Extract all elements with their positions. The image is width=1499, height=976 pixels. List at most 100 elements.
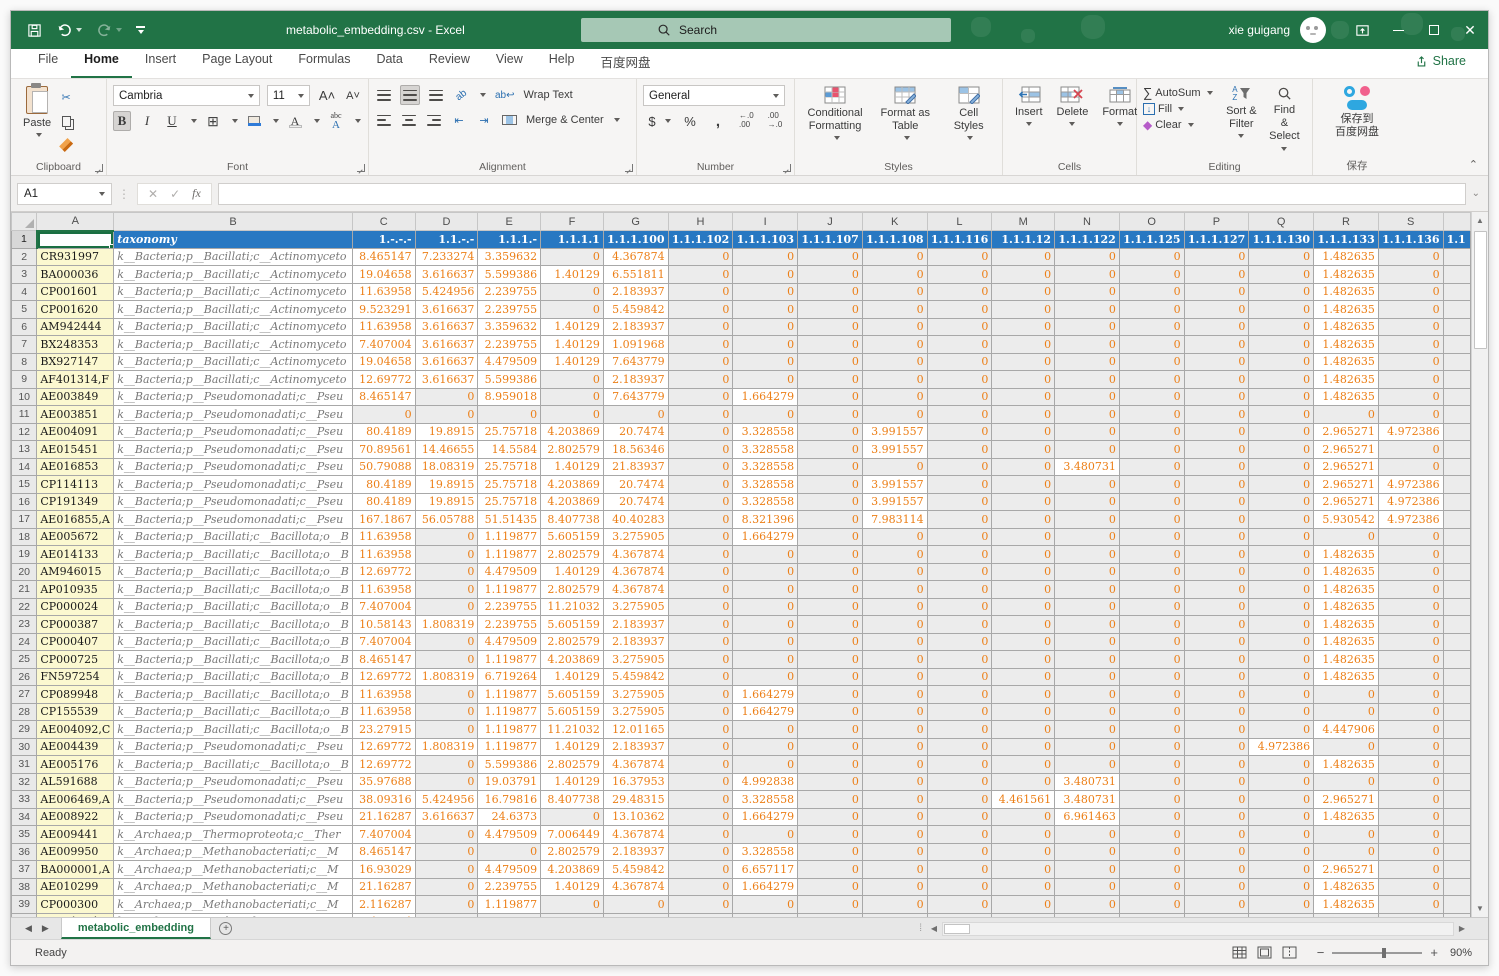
underline-button[interactable]: U <box>163 111 181 131</box>
cell-value[interactable]: 0 <box>1119 441 1184 459</box>
header-cell-1.1.1.133[interactable]: 1.1.1.133 <box>1314 231 1379 249</box>
cell-value[interactable]: 8.465147 <box>352 248 415 266</box>
cell-value[interactable]: 0 <box>1378 371 1443 389</box>
cell-value[interactable]: 0 <box>668 633 733 651</box>
cell-value[interactable]: 0 <box>1184 703 1249 721</box>
cell-value[interactable]: 16.79816 <box>478 791 541 809</box>
wrap-text-icon[interactable]: ab↩ <box>493 85 517 105</box>
cell-value[interactable]: 0 <box>992 896 1055 914</box>
column-header-M[interactable]: M <box>992 213 1055 231</box>
cell-taxonomy[interactable]: k__Archaea;p__Thermoproteota;c__Ther <box>114 826 353 844</box>
cell-value[interactable]: 0 <box>1249 371 1314 389</box>
cell-taxonomy[interactable]: k__Bacteria;p__Bacillati;c__Bacillota;o_… <box>114 686 353 704</box>
cell-value[interactable]: 0 <box>1378 336 1443 354</box>
row-header-5[interactable]: 5 <box>12 301 37 319</box>
cell-value[interactable]: 0 <box>862 248 927 266</box>
cell-value[interactable]: 0 <box>927 301 992 319</box>
row-header-19[interactable]: 19 <box>12 546 37 564</box>
cell-taxonomy[interactable]: k__Bacteria;p__Bacillati;c__Bacillota;o_… <box>114 721 353 739</box>
cell-value[interactable]: 0 <box>1055 896 1120 914</box>
cell-value[interactable]: 0 <box>992 301 1055 319</box>
cell-value[interactable]: 4.203869 <box>541 493 604 511</box>
align-left-icon[interactable] <box>375 110 393 130</box>
cell-value[interactable]: 0 <box>733 651 798 669</box>
cell-value[interactable]: 40.40283 <box>603 511 668 529</box>
cell-accession[interactable]: AP010935 <box>37 581 114 599</box>
cell-value[interactable]: 0 <box>798 441 863 459</box>
cell-value[interactable]: 2.802579 <box>541 756 604 774</box>
cell-value[interactable]: 0 <box>1184 686 1249 704</box>
cell-value[interactable]: 0 <box>862 633 927 651</box>
selected-cell-A1[interactable] <box>37 231 114 249</box>
cell-value[interactable]: 0 <box>733 668 798 686</box>
cell-value[interactable]: 0 <box>668 301 733 319</box>
cell-value[interactable]: 0 <box>668 406 733 424</box>
cell-value[interactable]: 0 <box>668 616 733 634</box>
column-header-L[interactable]: L <box>927 213 992 231</box>
cell-value[interactable]: 0 <box>927 668 992 686</box>
cell-value[interactable]: 0 <box>1184 336 1249 354</box>
cell-value[interactable]: 0 <box>798 266 863 284</box>
cell-value[interactable]: 0 <box>603 896 668 914</box>
cell-value[interactable]: 0 <box>1055 546 1120 564</box>
cell-value[interactable]: 8.465147 <box>352 843 415 861</box>
cell-value[interactable]: 5.605159 <box>541 616 604 634</box>
cell-value[interactable]: 0 <box>1249 318 1314 336</box>
row-header-4[interactable]: 4 <box>12 283 37 301</box>
cell-value[interactable]: 7.643779 <box>603 353 668 371</box>
cell-value[interactable]: 0 <box>1184 388 1249 406</box>
name-box[interactable]: A1 <box>17 183 112 205</box>
cell-value[interactable]: 0 <box>1378 441 1443 459</box>
row-header-22[interactable]: 22 <box>12 598 37 616</box>
cell-value[interactable]: 0 <box>992 651 1055 669</box>
cell-accession[interactable]: BX248353 <box>37 336 114 354</box>
tab-insert[interactable]: Insert <box>132 46 189 78</box>
cell-value[interactable]: 0 <box>733 266 798 284</box>
middle-align-icon[interactable] <box>400 85 420 105</box>
cell-value[interactable]: 1.664279 <box>733 388 798 406</box>
cell-value[interactable]: 25.75718 <box>478 476 541 494</box>
cell-value[interactable]: 0 <box>733 248 798 266</box>
row-header-28[interactable]: 28 <box>12 703 37 721</box>
cell-value[interactable]: 0 <box>992 581 1055 599</box>
cell-value[interactable]: 0 <box>1314 826 1379 844</box>
cell-value[interactable]: 0 <box>862 668 927 686</box>
cell-value[interactable]: 0 <box>1119 318 1184 336</box>
delete-cells-button[interactable]: Delete <box>1051 83 1095 159</box>
tab-help[interactable]: Help <box>536 46 588 78</box>
cell-value[interactable]: 0 <box>1378 301 1443 319</box>
cell-value[interactable]: 11.63958 <box>352 318 415 336</box>
cell-value[interactable]: 0 <box>1249 511 1314 529</box>
row-header-36[interactable]: 36 <box>12 843 37 861</box>
cell-value[interactable]: 0 <box>927 581 992 599</box>
cell-partial[interactable] <box>1443 878 1470 896</box>
font-color-icon[interactable]: A <box>286 111 304 131</box>
cell-value[interactable]: 0 <box>1249 406 1314 424</box>
cell-value[interactable]: 1.119877 <box>478 738 541 756</box>
cell-value[interactable]: 0 <box>992 773 1055 791</box>
font-dialog-launcher[interactable] <box>357 164 365 172</box>
cell-value[interactable]: 0 <box>1184 563 1249 581</box>
cell-value[interactable]: 2.183937 <box>603 371 668 389</box>
cell-value[interactable]: 0 <box>733 546 798 564</box>
cell-value[interactable]: 1.40129 <box>541 318 604 336</box>
column-header-P[interactable]: P <box>1184 213 1249 231</box>
cell-value[interactable]: 0 <box>862 371 927 389</box>
cell-value[interactable]: 6.551811 <box>603 266 668 284</box>
cell-value[interactable]: 0 <box>862 861 927 879</box>
cell-accession[interactable]: BX927147 <box>37 353 114 371</box>
cell-value[interactable]: 0 <box>798 861 863 879</box>
header-cell-1.1.-.-[interactable]: 1.1.-.- <box>415 231 478 249</box>
cell-value[interactable]: 0 <box>798 738 863 756</box>
cell-value[interactable]: 0 <box>1249 668 1314 686</box>
cell-partial[interactable] <box>1443 458 1470 476</box>
cell-value[interactable]: 0 <box>1055 826 1120 844</box>
cell-value[interactable]: 0 <box>862 826 927 844</box>
cell-value[interactable]: 1.482635 <box>1314 896 1379 914</box>
cell-value[interactable]: 4.972386 <box>1378 493 1443 511</box>
cell-value[interactable]: 0 <box>1249 441 1314 459</box>
cell-value[interactable]: 1.664279 <box>733 528 798 546</box>
cell-value[interactable]: 0 <box>927 423 992 441</box>
cell-value[interactable]: 0 <box>798 511 863 529</box>
cell-accession[interactable]: CP000300 <box>37 896 114 914</box>
